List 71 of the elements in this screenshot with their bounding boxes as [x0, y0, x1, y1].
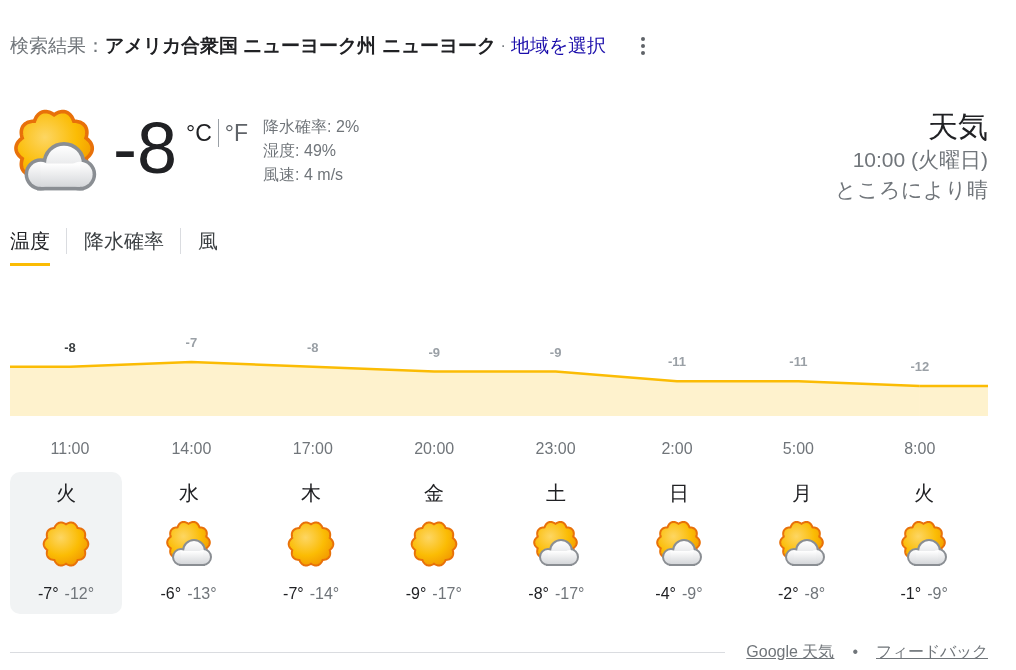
time-label: 8:00 — [904, 440, 936, 457]
weather-title: 天気 — [928, 109, 988, 145]
value-label: -11 — [789, 354, 808, 370]
day-label: 木 — [301, 481, 322, 505]
tab[interactable]: 降水確率 — [84, 226, 164, 266]
time-label: 17:00 — [292, 440, 333, 457]
current-temperature: -8 — [113, 112, 178, 184]
day-label: 月 — [791, 481, 812, 505]
value-label: -9 — [428, 344, 440, 360]
value-label: -8 — [64, 339, 76, 355]
value-label: -12 — [910, 359, 930, 374]
time-label: 20:00 — [414, 440, 455, 457]
low-temperature: -14° — [309, 584, 340, 604]
unit-toggle[interactable]: °C — [186, 119, 218, 147]
location-name: アメリカ合衆国 ニューヨーク州 ニューヨーク — [105, 34, 496, 58]
high-temperature: -2° — [777, 584, 799, 604]
more-options-icon[interactable] — [640, 37, 645, 55]
picture-chart-margin-right — [919, 384, 988, 416]
low-temperature: -9° — [927, 584, 948, 604]
low-temperature: -8° — [804, 584, 826, 604]
day-label: 土 — [546, 481, 567, 505]
high-temperature: -4° — [655, 584, 676, 604]
high-temperature: -1° — [900, 584, 922, 604]
sun-behind-cloud-icon — [900, 520, 949, 568]
high-temperature: -8° — [528, 584, 549, 604]
weather-detail: 湿度: 49% — [263, 141, 337, 161]
day-label: 火 — [56, 481, 76, 505]
high-temperature: -7° — [283, 584, 304, 604]
value-label: -7 — [185, 335, 198, 350]
low-temperature: -13° — [187, 584, 217, 604]
current-time: 10:00 (火曜日) — [852, 147, 988, 173]
picture-chart-margin-left — [10, 365, 70, 416]
day-label: 日 — [668, 481, 689, 505]
condition-text: ところにより晴 — [835, 177, 988, 203]
low-temperature: -17° — [432, 584, 462, 604]
search-result-label: 検索結果： — [10, 34, 105, 58]
low-temperature: -12° — [64, 584, 95, 604]
high-temperature: -6° — [160, 584, 182, 604]
source-link[interactable]: Google 天気 — [746, 640, 835, 664]
weather-detail: 降水確率: 2% — [263, 117, 360, 137]
value-label: -9 — [549, 344, 562, 360]
sun-icon — [409, 520, 458, 568]
time-label: 11:00 — [50, 440, 90, 457]
tab[interactable]: 風 — [198, 226, 218, 266]
sun-behind-cloud-icon — [164, 520, 213, 568]
high-temperature: -9° — [405, 584, 427, 604]
time-label: 23:00 — [535, 440, 576, 457]
sun-behind-cloud-icon — [532, 520, 581, 568]
sun-behind-cloud-icon — [777, 520, 826, 568]
sun-icon — [287, 520, 336, 568]
day-card[interactable]: 火 -7° -12° — [10, 472, 122, 614]
feedback-link[interactable]: フィードバック — [876, 640, 988, 664]
low-temperature: -9° — [681, 584, 703, 604]
high-temperature: -7° — [37, 584, 59, 604]
time-label: 14:00 — [171, 440, 212, 457]
time-label: 5:00 — [782, 440, 814, 457]
sun-icon — [42, 520, 90, 568]
separator-text: · — [500, 36, 506, 56]
value-label: -8 — [307, 339, 319, 355]
tab[interactable]: 温度 — [10, 226, 50, 266]
weather-detail: 風速: 4 m/s — [263, 165, 345, 185]
separator-text: • — [852, 642, 858, 662]
region-select-link[interactable]: 地域を選択 — [510, 34, 606, 58]
value-label: -11 — [667, 354, 687, 370]
day-label: 金 — [423, 481, 444, 505]
day-label: 水 — [178, 481, 199, 505]
low-temperature: -17° — [554, 584, 585, 604]
unit-toggle[interactable]: °F — [217, 119, 249, 147]
time-label: 2:00 — [661, 440, 693, 457]
day-label: 火 — [914, 481, 935, 505]
sun-behind-cloud-icon — [654, 520, 703, 568]
